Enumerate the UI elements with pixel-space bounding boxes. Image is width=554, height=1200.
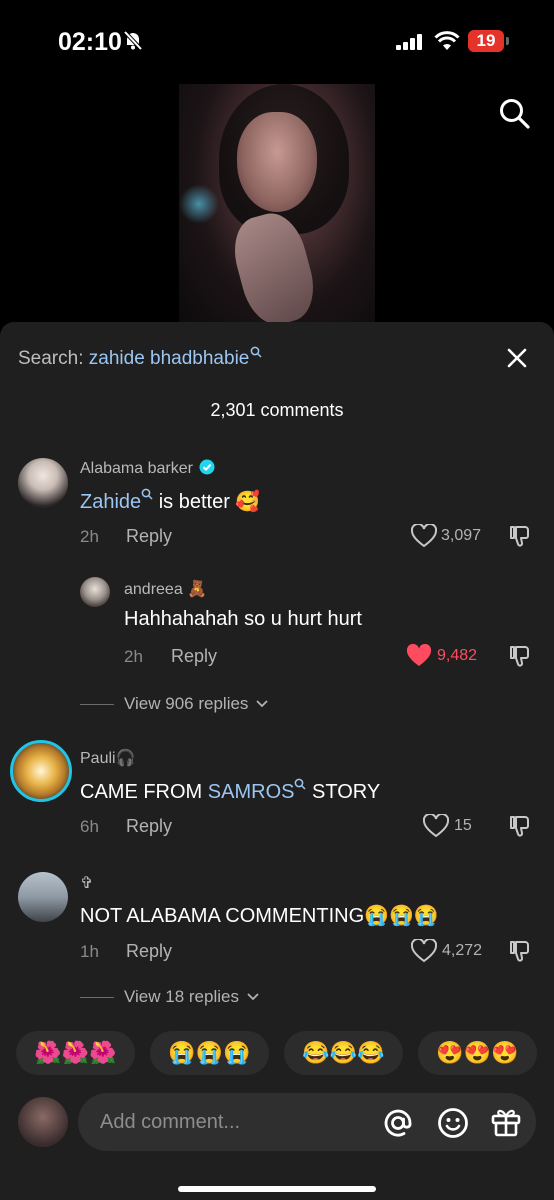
search-small-icon <box>295 778 306 790</box>
comment-text: NOT ALABAMA COMMENTING😭😭😭 <box>80 905 439 927</box>
status-bar: 02:10 19 <box>0 0 554 80</box>
dislike-icon[interactable] <box>507 939 531 963</box>
username-text[interactable]: Alabama barker <box>80 460 193 477</box>
home-indicator <box>178 1186 376 1192</box>
like-count: 15 <box>454 817 472 834</box>
divider <box>80 997 114 998</box>
heart-icon[interactable] <box>423 814 449 838</box>
verified-icon <box>199 459 215 475</box>
emoji-icon[interactable] <box>437 1107 469 1139</box>
search-query[interactable]: zahide bhadbhabie <box>89 348 250 369</box>
search-icon[interactable] <box>498 97 530 129</box>
quick-emoji-chip[interactable]: 😭😭😭 <box>150 1031 269 1075</box>
reply-button[interactable]: Reply <box>126 941 172 962</box>
comment-text: Zahide is better 🥰 <box>80 488 260 514</box>
quick-emoji-chip[interactable]: 😍😍😍 <box>418 1031 537 1075</box>
user-avatar[interactable] <box>18 1097 68 1147</box>
like-count: 3,097 <box>441 527 482 544</box>
reply-button[interactable]: Reply <box>126 816 172 837</box>
comment-username[interactable]: ✞ <box>80 873 93 893</box>
dislike-icon[interactable] <box>507 814 531 838</box>
heart-icon[interactable] <box>411 939 437 963</box>
reply-button[interactable]: Reply <box>126 526 172 547</box>
comment-body: is better 🥰 <box>153 491 261 513</box>
chevron-down-icon <box>247 993 259 1001</box>
comment-input-placeholder[interactable]: Add comment... <box>100 1111 240 1134</box>
comment-time: 1h <box>80 942 99 961</box>
dislike-icon[interactable] <box>507 524 531 548</box>
comment-body: STORY <box>306 781 381 803</box>
view-replies-button[interactable]: View 18 replies <box>124 987 260 1007</box>
avatar[interactable] <box>18 458 68 508</box>
like-count: 9,482 <box>437 647 478 664</box>
video-preview[interactable] <box>179 84 375 328</box>
battery-cap <box>506 37 509 45</box>
comment-username[interactable]: Pauli🎧 <box>80 748 136 768</box>
avatar[interactable] <box>18 872 68 922</box>
heart-icon[interactable] <box>411 524 437 548</box>
status-time: 02:10 <box>58 28 122 56</box>
like-count: 4,272 <box>442 942 483 959</box>
view-replies-label[interactable]: View 906 replies <box>124 694 248 713</box>
signal-icon <box>396 34 422 50</box>
gift-icon[interactable] <box>490 1106 522 1138</box>
comment-text: CAME FROM SAMROS STORY <box>80 778 380 804</box>
search-prefix: Search: <box>18 348 89 369</box>
dislike-icon[interactable] <box>507 644 531 668</box>
comments-count: 2,301 comments <box>210 400 344 420</box>
heart-icon[interactable] <box>406 644 432 668</box>
view-replies-button[interactable]: View 906 replies <box>124 694 269 714</box>
comment-link[interactable]: SAMROS <box>208 781 295 803</box>
reply-button[interactable]: Reply <box>171 646 217 667</box>
search-suggestion[interactable]: Search: zahide bhadbhabie <box>18 346 262 370</box>
quick-emoji-chip[interactable]: 😂😂😂 <box>284 1031 403 1075</box>
comment-time: 2h <box>80 527 99 546</box>
comment-link[interactable]: Zahide <box>80 491 141 513</box>
battery-indicator: 19 <box>468 30 504 52</box>
comment-time: 6h <box>80 817 99 836</box>
bell-slash-icon <box>123 30 143 51</box>
video-face <box>237 112 317 212</box>
mention-icon[interactable] <box>383 1108 413 1138</box>
avatar[interactable] <box>80 577 110 607</box>
comment-body: CAME FROM <box>80 781 208 803</box>
wifi-icon <box>434 31 460 50</box>
comment-text: Hahhahahah so u hurt hurt <box>124 608 362 630</box>
divider <box>80 704 114 705</box>
close-icon[interactable] <box>504 345 530 371</box>
search-small-icon <box>141 488 153 500</box>
comment-username[interactable]: Alabama barker <box>80 459 215 478</box>
comment-time: 2h <box>124 647 143 666</box>
view-replies-label[interactable]: View 18 replies <box>124 987 239 1006</box>
comment-username[interactable]: andreea 🧸 <box>124 579 207 599</box>
chevron-down-icon <box>256 700 268 708</box>
search-small-icon <box>251 346 262 358</box>
avatar[interactable] <box>10 740 72 802</box>
quick-emoji-chip[interactable]: 🌺🌺🌺 <box>16 1031 135 1075</box>
video-light <box>179 184 219 224</box>
